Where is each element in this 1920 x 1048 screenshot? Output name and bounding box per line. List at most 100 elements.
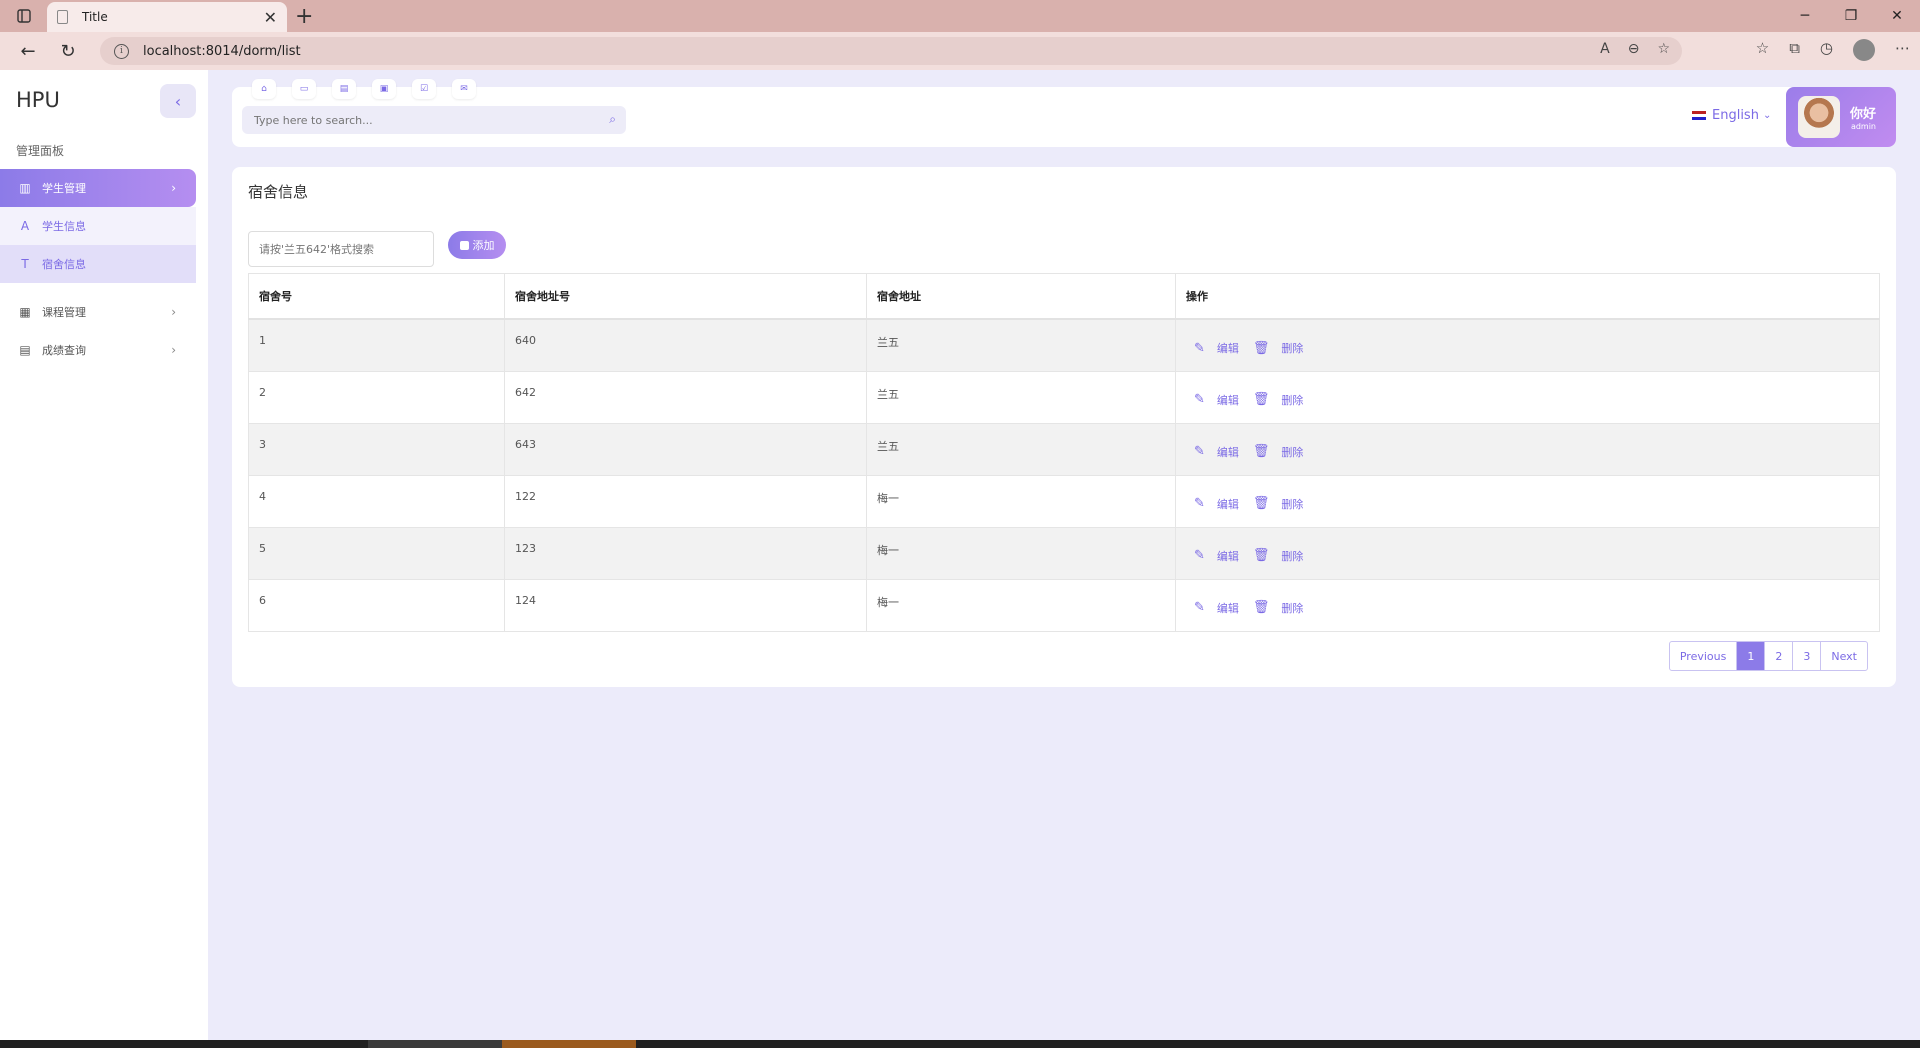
taskbar-app[interactable] xyxy=(368,1040,502,1048)
collapse-sidebar-button[interactable]: ‹ xyxy=(160,84,196,118)
close-window-icon[interactable]: ✕ xyxy=(1874,0,1920,32)
building-cell: 兰五 xyxy=(866,318,1176,372)
delete-button[interactable]: 🗑 删除 xyxy=(1253,600,1304,616)
page-button-3[interactable]: 3 xyxy=(1793,642,1822,670)
search-icon[interactable]: ⌕ xyxy=(609,112,616,127)
room-number-cell: 123 xyxy=(504,526,867,580)
page-button-1[interactable]: 1 xyxy=(1737,642,1766,670)
quick-icons: ⌂ ▭ ▤ ▣ ☑ ✉ xyxy=(252,79,476,99)
user-menu[interactable]: 你好 admin xyxy=(1786,87,1896,147)
delete-button[interactable]: 🗑 删除 xyxy=(1253,392,1304,408)
dorm-id-cell: 4 xyxy=(248,474,505,528)
previous-page-button[interactable]: Previous xyxy=(1670,642,1738,670)
brand-logo[interactable]: HPU xyxy=(16,88,60,112)
dorm-id-cell: 1 xyxy=(248,318,505,372)
column-header[interactable]: 宿舍号 xyxy=(248,273,505,320)
add-button[interactable]: 添加 xyxy=(448,231,506,259)
read-aloud-icon[interactable]: A xyxy=(1600,41,1610,57)
delete-button[interactable]: 🗑 删除 xyxy=(1253,444,1304,460)
chevron-right-icon: › xyxy=(171,305,176,319)
edit-button[interactable]: ✎ 编辑 xyxy=(1194,444,1239,460)
page-button-2[interactable]: 2 xyxy=(1765,642,1794,670)
dorm-search-input[interactable] xyxy=(248,231,434,267)
table-header-row: 宿舍号 宿舍地址号 宿舍地址 操作 xyxy=(248,273,1880,320)
edit-icon: ✎ xyxy=(1194,600,1205,615)
dorm-id-cell: 2 xyxy=(248,370,505,424)
delete-button[interactable]: 🗑 删除 xyxy=(1253,340,1304,356)
history-icon[interactable]: ◷ xyxy=(1820,39,1833,61)
add-favorite-icon[interactable]: ☆ xyxy=(1657,41,1670,57)
edit-label: 编辑 xyxy=(1216,601,1239,615)
column-header[interactable]: 宿舍地址 xyxy=(866,273,1176,320)
address-bar[interactable]: i localhost:8014/dorm/list A ⊖ ☆ xyxy=(100,37,1682,65)
search-input[interactable] xyxy=(254,113,594,127)
more-icon[interactable]: ⋯ xyxy=(1895,39,1910,61)
table-row: 1 640 兰五 ✎ 编辑 🗑 删除 xyxy=(248,318,1880,372)
dorm-id-cell: 6 xyxy=(248,578,505,632)
edit-button[interactable]: ✎ 编辑 xyxy=(1194,496,1239,512)
browser-toolbar: ← ↻ i localhost:8014/dorm/list A ⊖ ☆ ☆ ⧉… xyxy=(0,32,1920,70)
edit-button[interactable]: ✎ 编辑 xyxy=(1194,548,1239,564)
edit-button[interactable]: ✎ 编辑 xyxy=(1194,340,1239,356)
home-icon[interactable]: ⌂ xyxy=(252,79,276,99)
chevron-left-icon: ‹ xyxy=(174,91,182,111)
browser-tab[interactable]: Title ✕ xyxy=(47,2,287,32)
favorites-icon[interactable]: ☆ xyxy=(1756,39,1769,61)
column-header[interactable]: 宿舍地址号 xyxy=(504,273,867,320)
back-icon[interactable]: ← xyxy=(8,32,48,70)
document-icon[interactable]: ▤ xyxy=(332,79,356,99)
letter-t-icon: T xyxy=(21,257,29,271)
browser-tabbar: Title ✕ + ─ ❐ ✕ xyxy=(0,0,1920,32)
sidebar-item-student-management[interactable]: ▥ 学生管理 › xyxy=(0,169,196,207)
sidebar-menu: ▥ 学生管理 › A 学生信息 T 宿舍信息 ▦ 课程管理 › ▤ 成绩查询 › xyxy=(0,169,196,369)
delete-button[interactable]: 🗑 删除 xyxy=(1253,496,1304,512)
collections-icon[interactable]: ⧉ xyxy=(1789,39,1800,61)
delete-button[interactable]: 🗑 删除 xyxy=(1253,548,1304,564)
new-tab-icon[interactable]: + xyxy=(295,4,313,29)
tab-actions-icon[interactable] xyxy=(10,5,38,27)
us-flag-icon xyxy=(1692,111,1706,120)
trash-icon: 🗑 xyxy=(1252,600,1270,615)
info-icon[interactable]: i xyxy=(114,43,129,59)
trash-icon: 🗑 xyxy=(1252,392,1270,407)
sidebar-item-dorm-info[interactable]: T 宿舍信息 xyxy=(0,245,196,283)
edit-button[interactable]: ✎ 编辑 xyxy=(1194,392,1239,408)
page-title: 宿舍信息 xyxy=(248,183,309,201)
book-icon: ▥ xyxy=(19,181,31,195)
delete-label: 删除 xyxy=(1281,342,1304,355)
sidebar-item-course-management[interactable]: ▦ 课程管理 › xyxy=(0,293,196,331)
sidebar-item-label: 成绩查询 xyxy=(42,344,86,357)
zoom-out-icon[interactable]: ⊖ xyxy=(1628,41,1640,57)
inbox-icon[interactable]: ✉ xyxy=(452,79,476,99)
actions-cell: ✎ 编辑 🗑 删除 xyxy=(1175,318,1880,372)
add-button-label: 添加 xyxy=(472,240,495,252)
message-icon[interactable]: ▭ xyxy=(292,79,316,99)
table-row: 2 642 兰五 ✎ 编辑 🗑 删除 xyxy=(248,370,1880,424)
chat-icon[interactable]: ▣ xyxy=(372,79,396,99)
edit-label: 编辑 xyxy=(1216,393,1239,407)
chevron-down-icon: ⌄ xyxy=(1762,110,1772,121)
taskbar-app[interactable] xyxy=(502,1040,636,1048)
checkbox-icon[interactable]: ☑ xyxy=(412,79,436,99)
edit-label: 编辑 xyxy=(1216,445,1239,459)
refresh-icon[interactable]: ↻ xyxy=(48,32,88,70)
room-number-cell: 642 xyxy=(504,370,867,424)
dorm-id-cell: 3 xyxy=(248,422,505,476)
sidebar-item-grade-query[interactable]: ▤ 成绩查询 › xyxy=(0,331,196,369)
close-tab-icon[interactable]: ✕ xyxy=(264,8,277,27)
sidebar-item-student-info[interactable]: A 学生信息 xyxy=(0,207,196,245)
url-text: localhost:8014/dorm/list xyxy=(143,43,301,59)
edit-button[interactable]: ✎ 编辑 xyxy=(1194,600,1239,616)
next-page-button[interactable]: Next xyxy=(1821,642,1867,670)
table-row: 4 122 梅一 ✎ 编辑 🗑 删除 xyxy=(248,474,1880,528)
sidebar-item-label: 宿舍信息 xyxy=(42,258,86,271)
edit-label: 编辑 xyxy=(1216,549,1239,563)
language-selector[interactable]: English ⌄ xyxy=(1692,108,1771,123)
minimize-icon[interactable]: ─ xyxy=(1782,0,1828,32)
sidebar-section-title: 管理面板 xyxy=(16,144,65,158)
sidebar-item-label: 课程管理 xyxy=(42,306,86,319)
restore-icon[interactable]: ❐ xyxy=(1828,0,1874,32)
chevron-right-icon: › xyxy=(171,181,176,195)
profile-avatar[interactable] xyxy=(1853,39,1875,61)
tab-title: Title xyxy=(82,10,108,24)
